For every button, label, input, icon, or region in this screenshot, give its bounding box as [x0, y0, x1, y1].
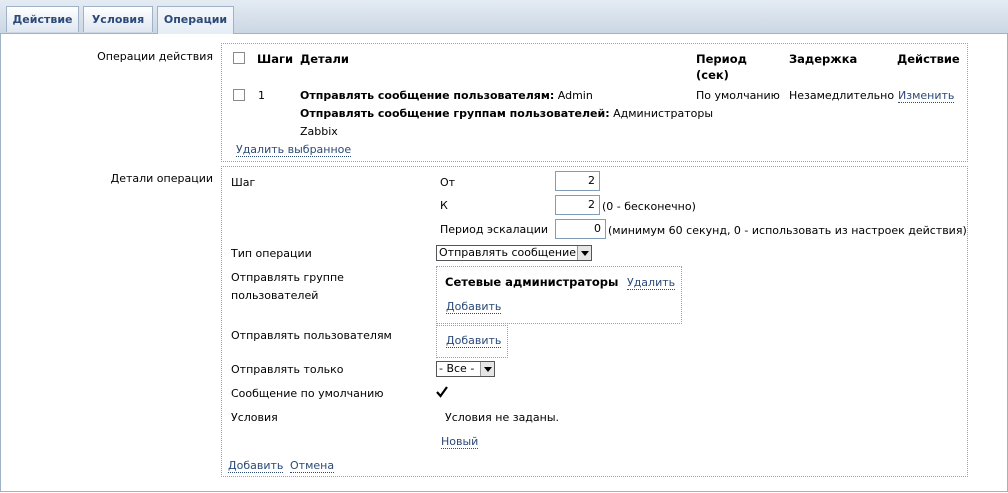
detail-users-value: Admin — [557, 89, 593, 102]
new-condition-link[interactable]: Новый — [441, 435, 479, 449]
detail-groups-label: Отправлять сообщение группам пользовател… — [300, 107, 610, 120]
row-detail-users: Отправлять сообщение пользователям: Admi… — [300, 89, 593, 102]
cancel-link[interactable]: Отмена — [290, 459, 335, 473]
tab-operations[interactable]: Операции — [157, 6, 234, 34]
detail-users-label: Отправлять сообщение пользователям: — [300, 89, 555, 102]
row-delay: Незамедлительно — [789, 89, 895, 102]
group-delete-link[interactable]: Удалить — [627, 276, 676, 290]
row-detail-groups: Отправлять сообщение группам пользовател… — [300, 107, 713, 120]
send-only-select[interactable]: - Все - — [436, 361, 495, 377]
chevron-down-icon — [577, 246, 591, 260]
from-label: От — [440, 176, 456, 189]
header-details: Детали — [300, 52, 349, 66]
action-operations-label: Операции действия — [97, 50, 213, 63]
default-msg-checkbox[interactable] — [436, 386, 448, 398]
header-period-unit: (сек) — [696, 68, 729, 82]
row-checkbox[interactable] — [233, 89, 245, 101]
default-msg-label: Сообщение по умолчанию — [231, 387, 384, 400]
to-input[interactable]: 2 — [555, 195, 600, 215]
escalation-input[interactable]: 0 — [555, 219, 606, 239]
header-period: Период — [696, 52, 747, 66]
operation-details-label: Детали операции — [110, 172, 213, 185]
op-type-select[interactable]: Отправлять сообщение — [436, 245, 592, 261]
detail-groups-value-cont: Zabbix — [300, 125, 338, 138]
op-type-value: Отправлять сообщение — [439, 246, 577, 259]
group-add-link[interactable]: Добавить — [446, 300, 502, 314]
tab-action[interactable]: Действие — [6, 6, 79, 32]
step-label: Шаг — [231, 176, 256, 189]
add-operation-link[interactable]: Добавить — [228, 459, 284, 473]
send-group-label-cont: пользователей — [231, 289, 319, 302]
op-type-label: Тип операции — [231, 247, 312, 260]
tab-bar: Действие Условия Операции — [0, 0, 1008, 34]
escalation-label: Период эскалации — [440, 223, 549, 236]
send-only-value: - Все - — [439, 362, 475, 375]
to-hint: (0 - бесконечно) — [602, 200, 696, 213]
from-input[interactable]: 2 — [555, 171, 600, 191]
select-all-checkbox[interactable] — [233, 52, 245, 64]
tab-conditions[interactable]: Условия — [83, 6, 153, 32]
row-step: 1 — [258, 89, 265, 102]
to-label: К — [440, 199, 448, 212]
chevron-down-icon — [480, 362, 494, 376]
send-only-label: Отправлять только — [231, 363, 344, 376]
header-steps: Шаги — [257, 52, 294, 66]
send-users-label: Отправлять пользователям — [231, 329, 392, 342]
send-group-label: Отправлять группе — [231, 271, 344, 284]
edit-operation-link[interactable]: Изменить — [898, 89, 955, 103]
conditions-empty-text: Условия не заданы. — [445, 411, 560, 424]
conditions-label: Условия — [231, 411, 278, 424]
users-add-link[interactable]: Добавить — [446, 334, 502, 348]
delete-selected-link[interactable]: Удалить выбранное — [236, 143, 352, 157]
escalation-hint: (минимум 60 секунд, 0 - использовать из … — [608, 224, 967, 237]
header-delay: Задержка — [789, 52, 858, 66]
detail-groups-value: Администраторы — [613, 107, 714, 120]
row-period: По умолчанию — [696, 89, 780, 102]
group-name: Сетевые администраторы — [445, 275, 619, 289]
header-action: Действие — [897, 52, 960, 66]
checkmark-icon — [436, 386, 448, 398]
